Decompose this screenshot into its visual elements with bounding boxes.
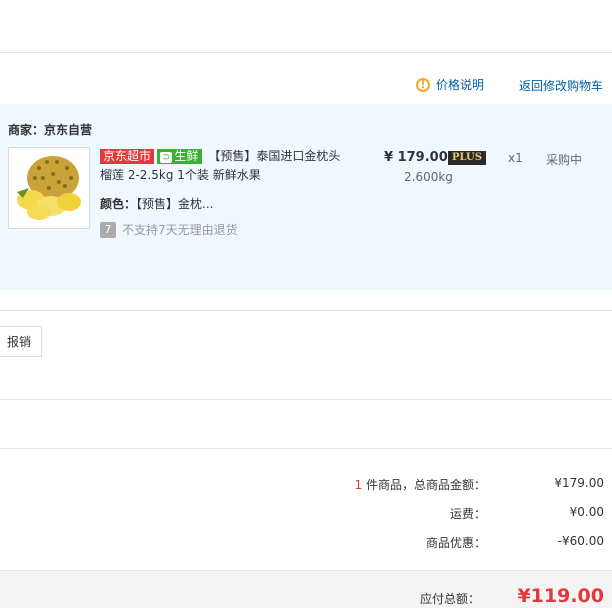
return-policy: 7 不支持7天无理由退货 bbox=[100, 221, 238, 238]
total-bar: 应付总额： ¥119.00 bbox=[0, 570, 612, 608]
fresh-leaf-icon: ⊃ bbox=[160, 152, 173, 163]
jd-supermarket-tag: 京东超市 bbox=[100, 149, 155, 164]
top-divider bbox=[0, 52, 612, 53]
seller-label: 商家：京东自营 bbox=[8, 123, 93, 137]
price-note[interactable]: ! 价格说明 bbox=[416, 76, 484, 93]
payable-label: 应付总额： bbox=[420, 592, 481, 606]
discount-value: -¥60.00 bbox=[557, 534, 604, 548]
product-weight: 2.600kg bbox=[404, 170, 453, 184]
summary-discount-row: 商品优惠： -¥60.00 bbox=[216, 534, 604, 551]
plus-badge: PLUS bbox=[448, 151, 486, 165]
return-policy-icon: 7 bbox=[100, 221, 116, 238]
color-row: 颜色：【预售】金枕... bbox=[100, 195, 213, 212]
product-name[interactable]: 京东超市 ⊃ 生鲜 【预售】泰国进口金枕头榴莲 2-2.5kg 1个装 新鲜水果 bbox=[100, 147, 350, 185]
return-policy-text: 不支持7天无理由退货 bbox=[122, 223, 238, 237]
warning-circle-icon: ! bbox=[416, 77, 430, 92]
price-note-link[interactable]: 价格说明 bbox=[436, 76, 484, 93]
fresh-tag-label: 生鲜 bbox=[174, 149, 199, 163]
unit-price: ¥ 179.00 bbox=[384, 150, 448, 165]
color-label: 颜色： bbox=[100, 197, 137, 211]
goods-count-label: 1 件商品，总商品金额： bbox=[216, 476, 486, 493]
summary-goods-row: 1 件商品，总商品金额： ¥179.00 bbox=[216, 476, 604, 493]
divider-summary-top bbox=[0, 448, 612, 449]
goods-total-label: 件商品，总商品金额： bbox=[362, 478, 486, 492]
color-value: 【预售】金枕... bbox=[136, 197, 214, 211]
invoice-button[interactable]: 报销 bbox=[0, 326, 42, 357]
durian-image bbox=[9, 148, 89, 228]
divider-invoice-bottom bbox=[0, 399, 612, 400]
shipping-label: 运费： bbox=[449, 507, 486, 521]
discount-label: 商品优惠： bbox=[425, 536, 486, 550]
stock-status: 采购中 bbox=[546, 153, 583, 167]
fresh-tag: ⊃ 生鲜 bbox=[157, 149, 203, 164]
goods-total: ¥179.00 bbox=[554, 476, 604, 490]
summary-shipping-row: 运费： ¥0.00 bbox=[216, 505, 604, 522]
product-image[interactable] bbox=[8, 147, 90, 229]
invoice-button-label: 报销 bbox=[6, 335, 31, 349]
back-to-cart-link[interactable]: 返回修改购物车 bbox=[519, 77, 603, 94]
divider-invoice-top bbox=[0, 310, 612, 311]
payable-total: ¥119.00 bbox=[517, 585, 604, 607]
quantity: x1 bbox=[508, 151, 523, 165]
shop-section: 商家：京东自营 京东超市 ⊃ 生鲜 【预售】泰国进口金枕头榴莲 2-2.5kg 1个装… bbox=[0, 104, 612, 290]
shipping-fee: ¥0.00 bbox=[569, 505, 604, 519]
